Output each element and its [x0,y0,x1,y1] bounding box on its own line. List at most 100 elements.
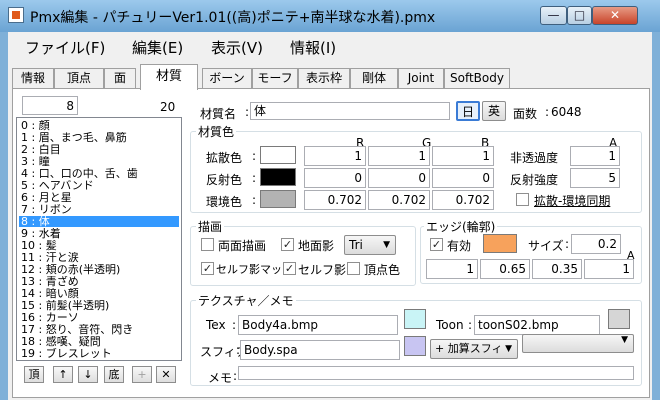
tex-preview-swatch[interactable] [404,309,426,329]
list-item[interactable]: 5 : ヘアバンド [19,180,179,191]
tab-joint[interactable]: Joint [398,68,444,88]
sphere-mode-combo[interactable]: + 加算スフィ ▼ [430,339,518,359]
opacity-input[interactable]: 1 [570,146,620,166]
add-material-button[interactable]: + [132,366,152,383]
list-item[interactable]: 8 : 体 [19,216,179,227]
list-item[interactable]: 6 : 月と星 [19,192,179,203]
double-sided-label: 両面描画 [218,239,267,253]
opacity-label: 非透過度 [510,151,559,165]
list-item[interactable]: 18 : 感嘆、疑問 [19,336,179,347]
sync-label[interactable]: 拡散-環境同期 [534,192,610,209]
list-item[interactable]: 17 : 怒り、音符、閃き [19,324,179,335]
list-item[interactable]: 11 : 汗と涙 [19,252,179,263]
material-list[interactable]: 0 : 顔1 : 眉、まつ毛、鼻筋 2 : 白目 3 : 瞳4 : 口、口の中、舌、… [16,117,182,361]
tab-morph[interactable]: モーフ [252,68,298,88]
tab-softbody[interactable]: SoftBody [444,68,510,88]
maximize-button[interactable]: □ [567,6,592,25]
ground-shadow-checkbox[interactable]: ✓ [281,238,294,251]
tab-info[interactable]: 情報 [12,68,54,88]
list-item[interactable]: 1 : 眉、まつ毛、鼻筋 [19,132,179,143]
list-item[interactable]: 9 : 水着 [19,228,179,239]
vertex-color-checkbox[interactable] [347,262,360,275]
diffuse-r-input[interactable]: 1 [304,146,366,166]
specular-r-input[interactable]: 0 [304,168,366,188]
minimize-button[interactable]: — [540,6,567,25]
chevron-down-icon: ▼ [383,240,390,250]
close-button[interactable]: ✕ [592,6,638,25]
delete-material-button[interactable]: ✕ [156,366,176,383]
move-bottom-button[interactable]: 底 [104,366,124,383]
tab-vertex[interactable]: 頂点 [54,68,104,88]
app-icon [8,7,24,23]
edge-size-input[interactable]: 0.2 [571,234,621,254]
move-top-button[interactable]: 頂 [24,366,44,383]
tab-material[interactable]: 材質 [140,64,198,90]
list-item[interactable]: 4 : 口、口の中、舌、歯 [19,168,179,179]
edge-r-input[interactable]: 1 [426,259,478,279]
edge-color-swatch[interactable] [483,234,517,253]
diffuse-color-swatch[interactable] [260,146,296,164]
ambient-color-swatch[interactable] [260,190,296,208]
double-sided-checkbox[interactable] [201,238,214,251]
ambient-g-input[interactable]: 0.702 [368,190,430,210]
menu-file[interactable]: ファイル(F) [25,37,105,58]
toon-preview-swatch[interactable] [608,309,630,329]
tab-display-frame[interactable]: 表示枠 [298,68,350,88]
move-down-button[interactable]: ↓ [78,366,98,383]
list-item[interactable]: 19 : ブレスレット [19,348,179,359]
primitive-value: Tri [349,238,363,252]
material-count: 20 [160,100,176,114]
memo-input[interactable] [238,366,634,380]
edge-b-input[interactable]: 0.35 [532,259,582,279]
specular-b-input[interactable]: 0 [432,168,494,188]
list-item[interactable]: 16 : カーソ [19,312,179,323]
list-item[interactable]: 10 : 髪 [19,240,179,251]
shininess-input[interactable]: 5 [570,168,620,188]
self-shadow-map-checkbox[interactable]: ✓ [201,262,214,275]
list-item[interactable]: 0 : 顔 [19,120,179,131]
lang-ja-button[interactable]: 日 [456,101,480,121]
specular-color-swatch[interactable] [260,168,296,186]
material-color-title: 材質色 [196,123,237,140]
toon-select-combo[interactable]: ▼ [522,334,634,353]
window-title: Pmx編集 - パチュリーVer1.01((高)ポニテ+南半球な水着).pmx [30,10,436,26]
primitive-combo[interactable]: Tri ▼ [344,235,396,255]
ambient-b-input[interactable]: 0.702 [432,190,494,210]
diffuse-b-input[interactable]: 1 [432,146,494,166]
list-item[interactable]: 12 : 頬の赤(半透明) [19,264,179,275]
tab-face[interactable]: 面 [104,68,136,88]
tab-bone[interactable]: ボーン [202,68,252,88]
sphere-preview-swatch[interactable] [404,336,426,356]
sphere-input[interactable]: Body.spa [240,340,400,360]
tab-rigid-body[interactable]: 剛体 [350,68,398,88]
list-item[interactable]: 15 : 前髪(半透明) [19,300,179,311]
draw-group-title: 描画 [196,218,225,235]
move-up-button[interactable]: ↑ [53,366,73,383]
menu-view[interactable]: 表示(V) [211,37,263,58]
material-index-field[interactable]: 8 [22,96,78,115]
menu-info[interactable]: 情報(I) [290,37,336,58]
list-item[interactable]: 2 : 白目 [19,144,179,155]
edge-a-input[interactable]: 1 [584,259,634,279]
toon-colon: : [468,318,473,332]
self-shadow-label: セルフ影 [298,263,347,277]
lang-en-button[interactable]: 英 [482,101,506,121]
diffuse-g-input[interactable]: 1 [368,146,430,166]
list-item[interactable]: 7 : リボン [19,204,179,215]
menu-edit[interactable]: 編集(E) [132,37,183,58]
edge-g-input[interactable]: 0.65 [480,259,530,279]
edge-enabled-checkbox[interactable]: ✓ [430,238,443,251]
tex-input[interactable]: Body4a.bmp [238,315,398,335]
tex-colon: : [232,318,237,332]
sync-checkbox[interactable] [516,193,529,206]
list-item[interactable]: 13 : 青ざめ [19,276,179,287]
material-name-input[interactable]: 体 [250,102,450,120]
ambient-colon: : [252,193,257,207]
material-name-label: 材質名 [200,107,237,121]
list-item[interactable]: 14 : 暗い顔 [19,288,179,299]
self-shadow-checkbox[interactable]: ✓ [283,262,296,275]
specular-g-input[interactable]: 0 [368,168,430,188]
toon-input[interactable]: toonS02.bmp [474,315,600,335]
ambient-r-input[interactable]: 0.702 [304,190,366,210]
list-item[interactable]: 3 : 瞳 [19,156,179,167]
